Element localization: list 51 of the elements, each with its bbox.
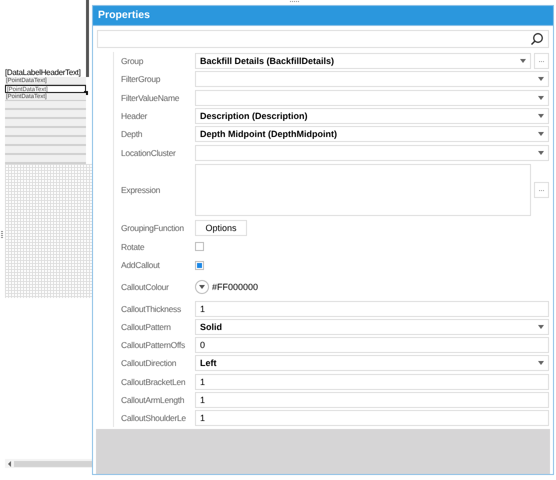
- color-picker-button[interactable]: [195, 280, 209, 294]
- input-field[interactable]: 1: [195, 392, 549, 408]
- dropdown-field[interactable]: [195, 71, 549, 88]
- property-label: Expression: [121, 184, 162, 195]
- dropdown-field[interactable]: [195, 90, 549, 106]
- dropdown-arrow-icon: [538, 96, 544, 100]
- dropdown-arrow-icon: [538, 361, 544, 366]
- input-field[interactable]: 0: [195, 337, 549, 354]
- dropdown-field[interactable]: [195, 144, 549, 161]
- property-label: AddCallout: [121, 260, 161, 270]
- dropdown-field[interactable]: Depth Midpoint (DepthMidpoint): [195, 126, 549, 142]
- property-label: CalloutColour: [121, 282, 170, 292]
- options-button[interactable]: Options: [195, 220, 247, 236]
- expression-field[interactable]: [195, 164, 531, 216]
- dropdown-field[interactable]: Left: [195, 355, 549, 372]
- dropdown-arrow-icon: [199, 284, 205, 289]
- property-label: CalloutPatternOffs: [121, 340, 186, 350]
- scroll-left-arrow[interactable]: [8, 460, 11, 466]
- dropdown-arrow-icon: [520, 59, 526, 64]
- search-icon: [530, 32, 544, 46]
- dropdown-arrow-icon: [538, 324, 544, 329]
- property-label: FilterValueName: [121, 92, 180, 103]
- dropdown-arrow-icon: [538, 150, 544, 155]
- scrollbar-thumb[interactable]: [14, 460, 92, 466]
- property-label: CalloutArmLength: [121, 395, 186, 405]
- dropdown-field[interactable]: Solid: [195, 318, 549, 335]
- property-label: CalloutPattern: [121, 322, 172, 332]
- dropdown-arrow-icon: [538, 77, 544, 82]
- property-label: FilterGroup: [121, 74, 162, 84]
- dropdown-field[interactable]: Backfill Details (BackfillDetails): [195, 53, 531, 70]
- search-field[interactable]: [97, 30, 549, 48]
- checkbox[interactable]: [195, 260, 204, 270]
- color-value: #FF000000: [212, 282, 258, 292]
- input-field[interactable]: 1: [195, 410, 549, 426]
- property-label: LocationCluster: [121, 148, 177, 158]
- dropdown-arrow-icon: [538, 132, 544, 136]
- property-label: Group: [121, 56, 144, 66]
- property-label: CalloutThickness: [121, 304, 182, 314]
- input-field[interactable]: 1: [195, 300, 549, 317]
- property-label: Rotate: [121, 242, 146, 252]
- checkbox[interactable]: [195, 242, 204, 252]
- property-label: CalloutShoulderLe: [121, 413, 187, 424]
- window-title: Properties: [93, 6, 553, 26]
- property-label: CalloutBracketLen: [121, 376, 186, 387]
- input-field[interactable]: 1: [195, 374, 549, 390]
- property-label: CalloutDirection: [121, 358, 178, 368]
- dropdown-arrow-icon: [538, 114, 544, 118]
- property-label: GroupingFunction: [121, 222, 185, 233]
- property-label: Depth: [121, 129, 144, 140]
- property-label: Header: [121, 111, 148, 122]
- dropdown-field[interactable]: Description (Description): [195, 108, 549, 124]
